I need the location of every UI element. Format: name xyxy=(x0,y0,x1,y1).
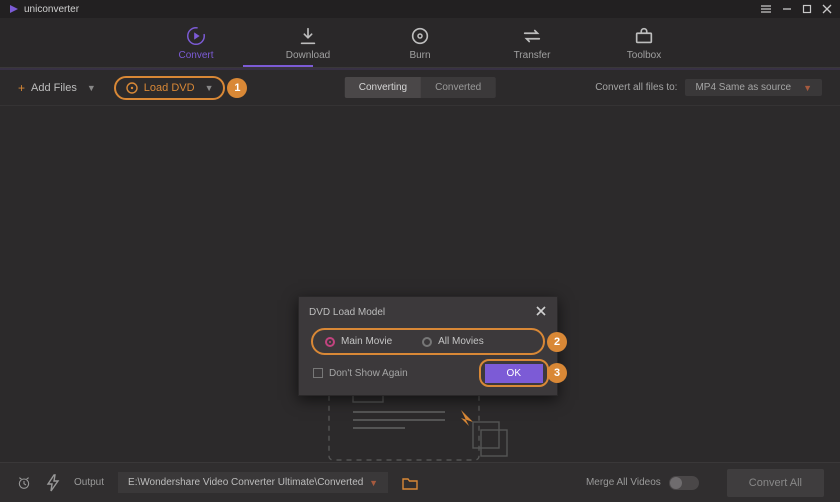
modal-title: DVD Load Model xyxy=(309,307,385,318)
burn-icon xyxy=(409,25,431,47)
step-badge-1: 1 xyxy=(227,78,247,98)
title-bar: uniconverter xyxy=(0,0,840,18)
tab-underline xyxy=(243,65,313,67)
segment-converting[interactable]: Converting xyxy=(345,77,421,98)
output-label: Output xyxy=(74,477,104,488)
format-preset-value: MP4 Same as source xyxy=(695,82,791,93)
maximize-icon[interactable] xyxy=(802,4,812,14)
radio-label: Main Movie xyxy=(341,336,392,347)
dont-show-label: Don't Show Again xyxy=(329,368,408,379)
canvas: DVD Load Model Main Movie All Movies 2 xyxy=(0,106,840,462)
tab-label: Transfer xyxy=(514,50,551,61)
disc-icon xyxy=(126,82,138,94)
tab-label: Burn xyxy=(409,50,430,61)
plus-icon: + xyxy=(18,81,25,95)
convert-icon xyxy=(185,25,207,47)
radio-label: All Movies xyxy=(438,336,484,347)
radio-dot-icon xyxy=(422,337,432,347)
tab-transfer[interactable]: Transfer xyxy=(497,25,567,67)
checkbox-icon xyxy=(313,368,323,378)
tab-download[interactable]: Download xyxy=(273,25,343,67)
tab-label: Convert xyxy=(178,50,213,61)
download-icon xyxy=(297,25,319,47)
alarm-icon[interactable] xyxy=(16,475,32,491)
open-folder-icon[interactable] xyxy=(402,476,418,490)
minimize-icon[interactable] xyxy=(782,4,792,14)
radio-dot-selected-icon xyxy=(325,337,335,347)
modal-radio-row: Main Movie All Movies 2 xyxy=(299,328,557,355)
ok-button[interactable]: OK xyxy=(485,364,543,383)
app-logo-icon xyxy=(8,3,20,15)
transfer-icon xyxy=(521,25,543,47)
output-path-value: E:\Wondershare Video Converter Ultimate\… xyxy=(128,477,363,488)
menu-icon[interactable] xyxy=(760,3,772,15)
gpu-accel-icon[interactable] xyxy=(46,474,60,492)
dont-show-again-checkbox[interactable]: Don't Show Again xyxy=(313,368,408,379)
tab-label: Download xyxy=(286,50,330,61)
step-badge-2: 2 xyxy=(547,332,567,352)
tab-burn[interactable]: Burn xyxy=(385,25,455,67)
dvd-load-modal: DVD Load Model Main Movie All Movies 2 xyxy=(298,296,558,396)
format-preset-dropdown[interactable]: MP4 Same as source ▼ xyxy=(685,79,822,96)
chevron-down-icon: ▼ xyxy=(205,83,214,93)
app-title: uniconverter xyxy=(24,4,79,15)
tab-label: Toolbox xyxy=(627,50,661,61)
toolbox-icon xyxy=(633,25,655,47)
chevron-down-icon: ▼ xyxy=(369,478,378,488)
app-window: uniconverter Convert xyxy=(0,0,840,502)
merge-label: Merge All Videos xyxy=(586,477,661,488)
radio-main-movie[interactable]: Main Movie xyxy=(325,336,392,347)
tab-toolbox[interactable]: Toolbox xyxy=(609,25,679,67)
merge-toggle[interactable] xyxy=(669,476,699,490)
tab-convert[interactable]: Convert xyxy=(161,25,231,67)
load-dvd-button[interactable]: Load DVD ▼ xyxy=(114,76,226,100)
merge-all-videos: Merge All Videos xyxy=(586,476,699,490)
close-icon[interactable] xyxy=(822,4,832,14)
add-files-button[interactable]: + Add Files ▼ xyxy=(18,81,96,95)
load-dvd-label: Load DVD xyxy=(144,82,195,94)
action-bar: + Add Files ▼ Load DVD ▼ 1 Converting Co… xyxy=(0,70,840,106)
chevron-down-icon: ▼ xyxy=(87,83,96,93)
convert-all-label: Convert all files to: xyxy=(595,82,677,93)
modal-close-icon[interactable] xyxy=(535,305,547,320)
main-tabs: Convert Download Burn Transfer Toolbox xyxy=(0,18,840,68)
step-badge-3: 3 xyxy=(547,363,567,383)
modal-footer: Don't Show Again OK 3 xyxy=(299,355,557,395)
status-segment: Converting Converted xyxy=(345,77,496,98)
modal-header: DVD Load Model xyxy=(299,297,557,328)
chevron-down-icon: ▼ xyxy=(803,83,812,93)
convert-all-button[interactable]: Convert All xyxy=(727,469,824,497)
segment-converted[interactable]: Converted xyxy=(421,77,495,98)
add-files-label: Add Files xyxy=(31,82,77,94)
radio-all-movies[interactable]: All Movies xyxy=(422,336,484,347)
